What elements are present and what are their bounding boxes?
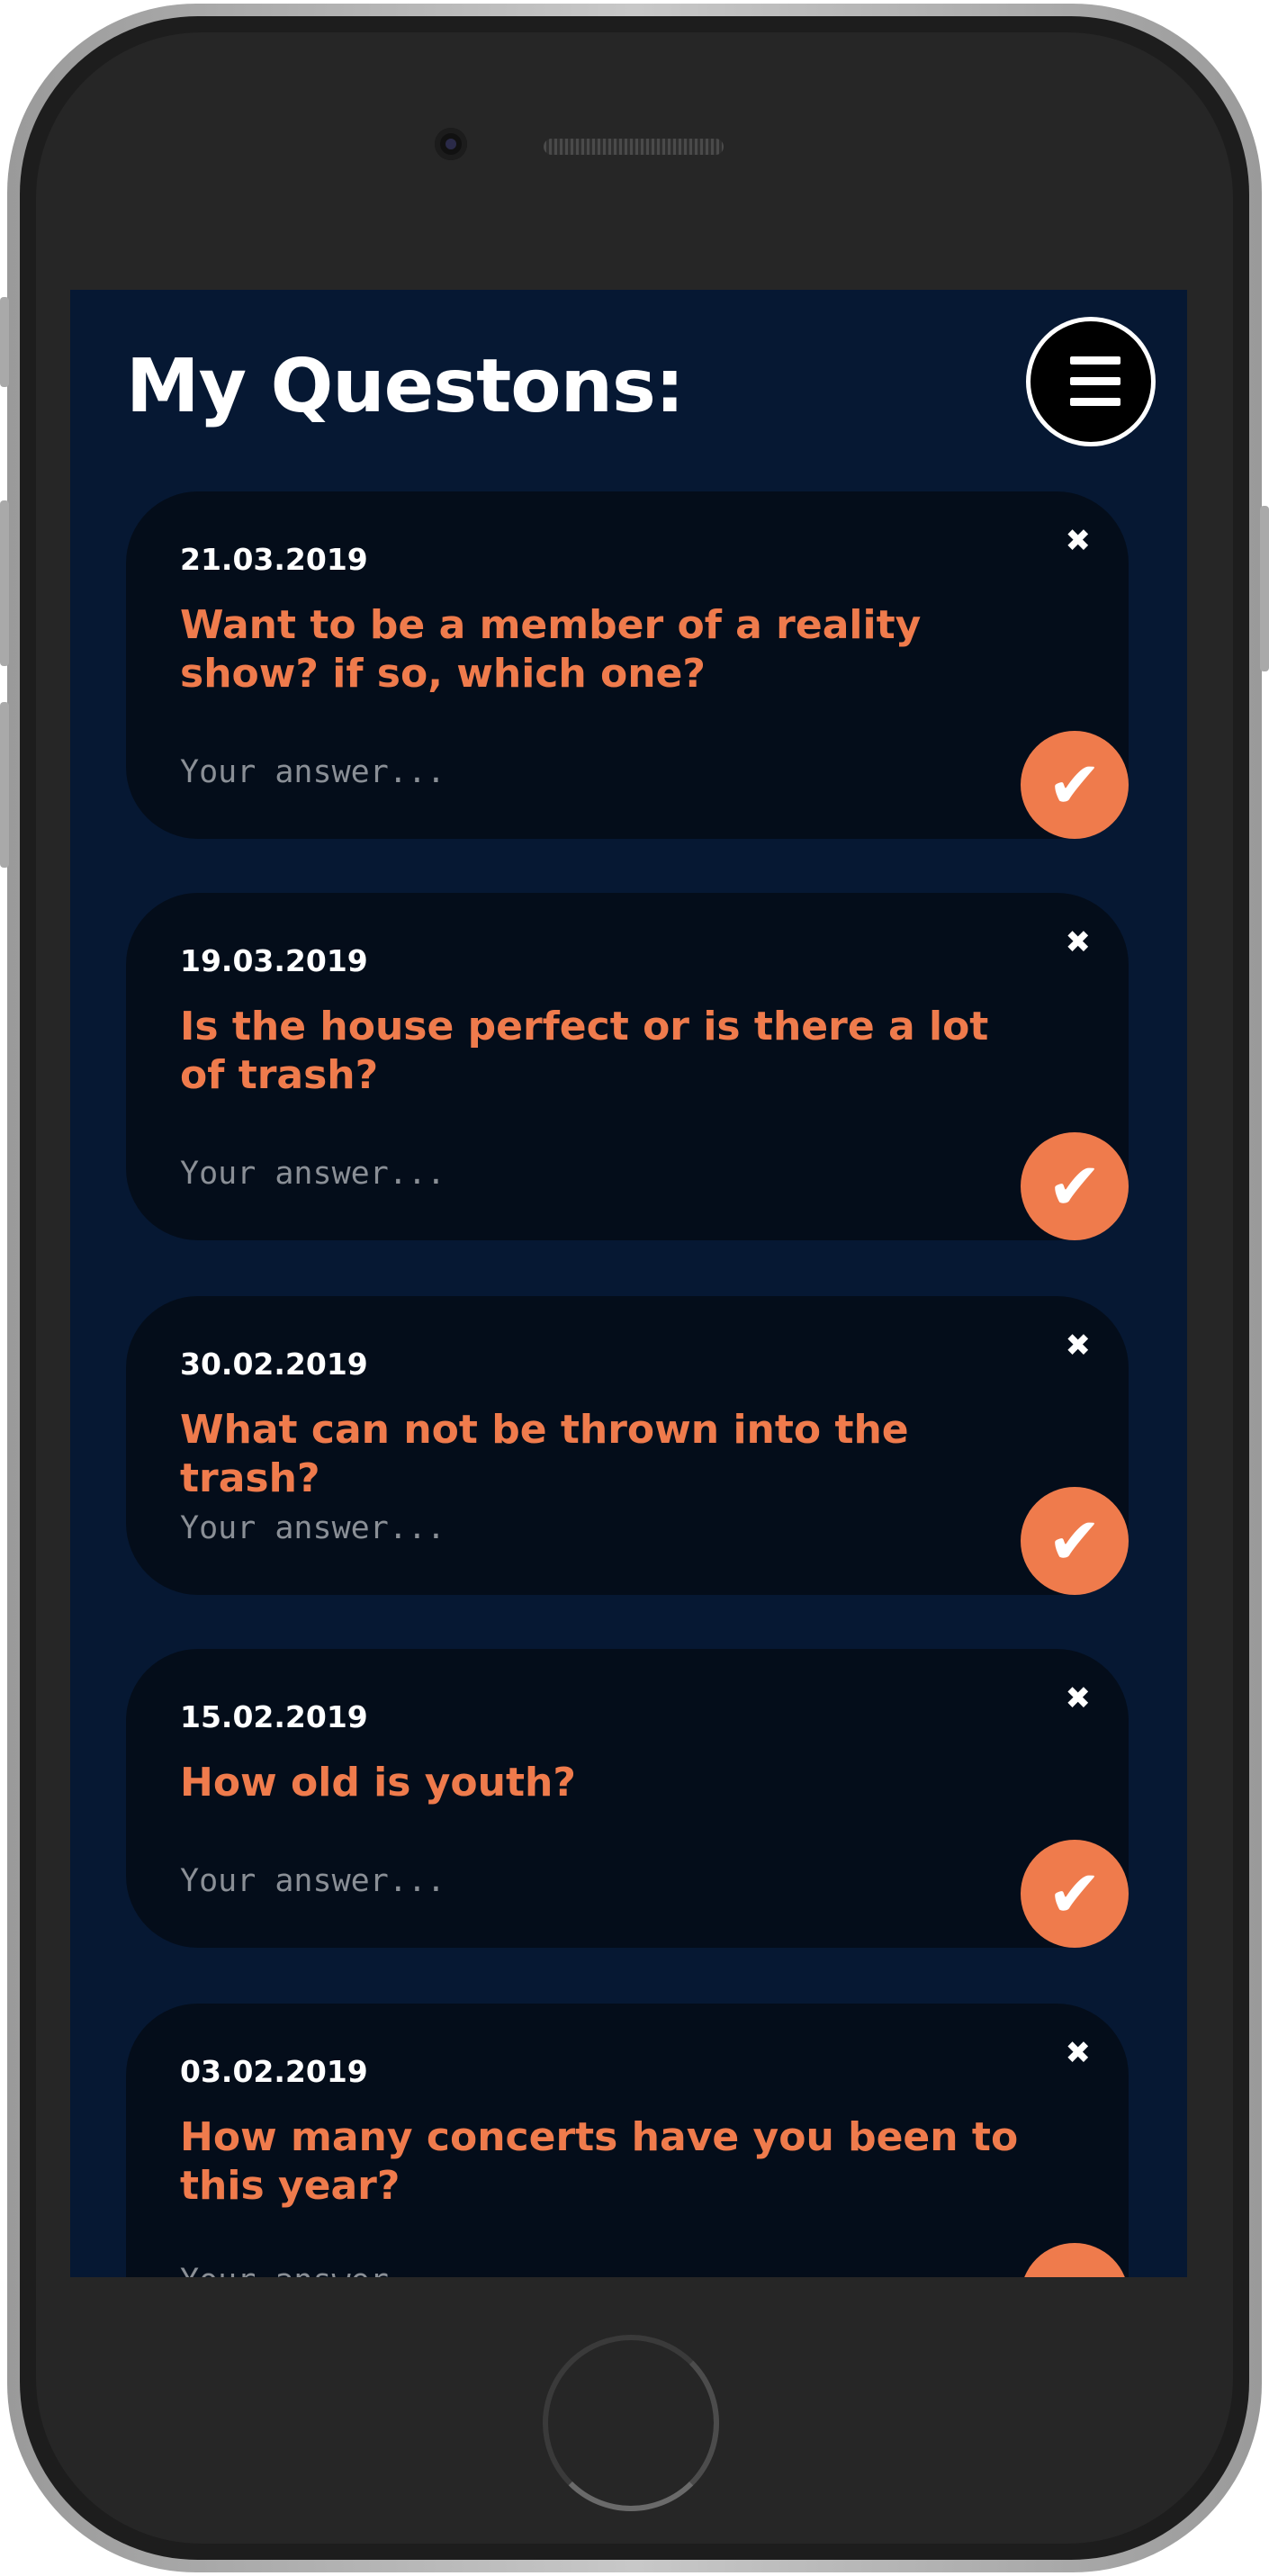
page-title: My Questons: [126,344,685,429]
question-text: What can not be thrown into the trash? [180,1407,909,1501]
question-date: 03.02.2019 [180,2054,368,2089]
close-icon[interactable]: ✖ [1066,1683,1092,1714]
close-icon[interactable]: ✖ [1066,1330,1092,1361]
speaker-grille [544,139,724,155]
phone-volume-down [0,702,9,868]
submit-answer-button[interactable]: ✔ [1021,1487,1129,1595]
answer-input[interactable] [180,2263,864,2277]
close-icon[interactable]: ✖ [1066,2038,1092,2068]
menu-icon-bar [1070,398,1120,406]
close-icon[interactable]: ✖ [1066,927,1092,958]
question-card: 21.03.2019 Want to be a member of a real… [126,491,1129,839]
question-card: 15.02.2019 How old is youth? ✖ ✔ [126,1649,1129,1948]
app-screen: My Questons: 21.03.2019 Want to be a mem… [70,290,1187,2277]
answer-input[interactable] [180,1156,864,1192]
question-date: 30.02.2019 [180,1347,368,1382]
phone-power-button [1260,506,1269,671]
submit-answer-button[interactable]: ✔ [1021,1132,1129,1240]
question-date: 19.03.2019 [180,943,368,978]
phone-volume-up [0,500,9,666]
home-button[interactable] [543,2335,719,2511]
menu-icon-bar [1070,377,1120,385]
answer-input[interactable] [180,1510,864,1546]
submit-answer-button[interactable]: ✔ [1021,731,1129,839]
submit-answer-button[interactable]: ✔ [1021,1840,1129,1948]
submit-answer-button[interactable]: ✔ [1021,2243,1129,2277]
question-text: How many concerts have you been to this … [180,2114,1019,2209]
close-icon[interactable]: ✖ [1066,526,1092,556]
question-text: How old is youth? [180,1760,576,1806]
question-date: 15.02.2019 [180,1699,368,1734]
question-card: 30.02.2019 What can not be thrown into t… [126,1296,1129,1595]
answer-input[interactable] [180,1863,864,1899]
question-card: 03.02.2019 How many concerts have you be… [126,2004,1129,2277]
menu-icon-bar [1070,356,1120,365]
question-text: Want to be a member of a reality show? i… [180,602,922,697]
question-text: Is the house perfect or is there a lot o… [180,1004,989,1098]
phone-mute-switch [0,297,9,387]
camera-icon [435,128,467,160]
answer-input[interactable] [180,754,864,790]
question-card: 19.03.2019 Is the house perfect or is th… [126,893,1129,1240]
question-date: 21.03.2019 [180,542,368,577]
menu-button[interactable] [1026,317,1156,446]
